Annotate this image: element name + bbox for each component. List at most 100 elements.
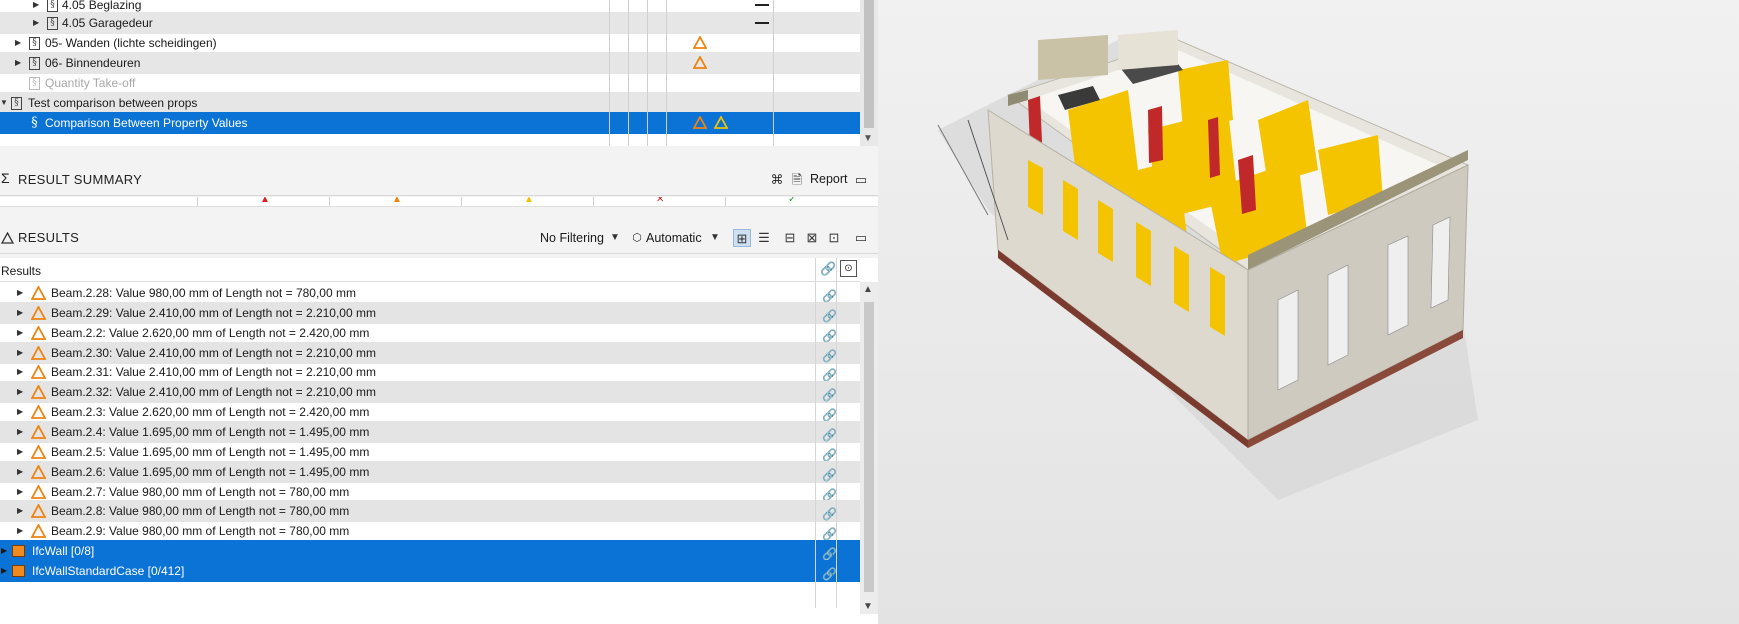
result-row[interactable]: ▶ Beam.2.5: Value 1.695,00 mm of Length n… — [0, 441, 860, 463]
warning-yellow-icon: ▲ — [524, 197, 534, 205]
expand-arrow-icon[interactable]: ▶ — [17, 282, 23, 304]
group-red-icon[interactable]: ⊠ — [803, 229, 821, 247]
column-separator — [836, 258, 837, 608]
layout-icon[interactable]: ▭ — [852, 229, 870, 247]
tree-scrollbar[interactable]: ▼ — [860, 0, 878, 146]
left-panel: ▶ § 4.05 Beglazing ▶ § 4.05 Garagedeur ▶… — [0, 0, 878, 624]
result-group-row[interactable]: ▶ IfcWall [0/8] 🔗 — [0, 540, 860, 563]
expand-arrow-icon[interactable]: ▶ — [1, 560, 7, 582]
expand-arrow-icon[interactable]: ▶ — [17, 481, 23, 503]
tree-row-binnendeuren[interactable]: ▶ § 06- Binnendeuren — [0, 52, 860, 74]
expand-arrow-icon[interactable]: ▶ — [17, 520, 23, 542]
expand-arrow-icon[interactable]: ▶ — [17, 342, 23, 364]
expand-arrow-icon[interactable]: ▶ — [17, 322, 23, 344]
tree-view-icon[interactable]: ⊞ — [733, 229, 751, 247]
result-row[interactable]: ▶ Beam.2.31: Value 2.410,00 mm of Length … — [0, 361, 860, 383]
strip-separator — [197, 197, 198, 206]
result-row[interactable]: ▶ Beam.2.3: Value 2.620,00 mm of Length n… — [0, 401, 860, 423]
warning-icon — [31, 444, 46, 459]
filter-dropdown[interactable]: No Filtering — [540, 231, 604, 245]
result-row-text: Beam.2.9: Value 980,00 mm of Length not … — [51, 524, 350, 539]
expand-arrow-icon[interactable]: ▶ — [17, 401, 23, 423]
x-icon: ✕ — [656, 197, 665, 205]
result-row[interactable]: ▶ Beam.2.32: Value 2.410,00 mm of Length … — [0, 381, 860, 404]
result-row-text: Beam.2.5: Value 1.695,00 mm of Length no… — [51, 444, 370, 459]
dash-icon — [755, 4, 769, 6]
scroll-thumb[interactable] — [864, 0, 874, 128]
chevron-down-icon[interactable]: ▼ — [863, 133, 873, 144]
warning-icon — [31, 524, 46, 539]
warning-icon — [31, 325, 46, 340]
tag-icon[interactable]: ⌘ — [768, 171, 786, 189]
expand-arrow-icon[interactable]: ▶ — [17, 441, 23, 463]
expand-arrow-icon[interactable]: ▶ — [15, 52, 21, 74]
chevron-down-icon[interactable]: ▼ — [863, 601, 873, 612]
chevron-down-icon[interactable]: ▼ — [706, 229, 724, 247]
report-button[interactable]: Report — [810, 172, 848, 186]
group-icon[interactable]: ⊟ — [781, 229, 799, 247]
result-group-row[interactable]: ▶ IfcWallStandardCase [0/412] 🔗 — [0, 559, 860, 585]
tree-row-label: 06- Binnendeuren — [45, 56, 141, 70]
expand-arrow-icon[interactable]: ▶ — [17, 381, 23, 403]
expand-arrow-icon[interactable]: ▶ — [15, 32, 21, 54]
3d-viewport[interactable] — [878, 0, 1739, 624]
expand-arrow-icon[interactable]: ▶ — [17, 461, 23, 483]
tree-row-wanden[interactable]: ▶ § 05- Wanden (lichte scheidingen) — [0, 32, 860, 54]
result-row[interactable]: ▶ Beam.2.2: Value 2.620,00 mm of Length n… — [0, 322, 860, 344]
result-row[interactable]: ▶ Beam.2.29: Value 2.410,00 mm of Length … — [0, 301, 860, 324]
results-scrollbar[interactable]: ▲ ▼ — [860, 282, 878, 614]
expand-arrow-icon[interactable]: ▶ — [17, 500, 23, 522]
expand-arrow-icon[interactable]: ▶ — [17, 302, 23, 324]
result-row[interactable]: ▶ Beam.2.6: Value 1.695,00 mm of Length n… — [0, 460, 860, 483]
app-window: ▶ § 4.05 Beglazing ▶ § 4.05 Garagedeur ▶… — [0, 0, 1739, 624]
chevron-up-icon[interactable]: ▲ — [863, 284, 873, 295]
zoom-fit-icon[interactable]: ⊙ — [840, 260, 857, 277]
result-group-text: IfcWallStandardCase [0/412] — [32, 563, 185, 578]
building-model-render[interactable] — [878, 0, 1739, 624]
result-summary-header: Σ RESULT SUMMARY ⌘ 🗎 Report ▭ — [0, 164, 878, 196]
result-row[interactable]: ▶ Beam.2.4: Value 1.695,00 mm of Length n… — [0, 420, 860, 443]
tree-row-test-comparison[interactable]: ▼ § Test comparison between props — [0, 92, 860, 114]
expand-arrow-icon[interactable]: ▶ — [33, 12, 39, 34]
warning-icon — [693, 36, 707, 49]
expand-arrow-icon[interactable]: ▶ — [17, 361, 23, 383]
ruleset-icon: § — [11, 97, 22, 110]
warning-icon — [31, 464, 46, 479]
tree-row-comparison-selected[interactable]: § Comparison Between Property Values — [0, 112, 860, 134]
ifc-component-icon — [12, 564, 25, 577]
collapse-arrow-icon[interactable]: ▼ — [0, 92, 8, 114]
dash-icon — [755, 22, 769, 24]
tree-row-label: 4.05 Garagedeur — [62, 16, 153, 30]
ifc-component-icon — [12, 545, 25, 558]
warning-icon — [31, 305, 46, 320]
report-icon[interactable]: 🗎 — [788, 171, 806, 189]
group-blue-icon[interactable]: ⊡ — [825, 229, 843, 247]
chevron-down-icon[interactable]: ▼ — [606, 229, 624, 247]
column-separator — [628, 0, 629, 146]
result-row[interactable]: ▶ Beam.2.30: Value 2.410,00 mm of Length … — [0, 341, 860, 364]
warning-icon — [31, 365, 46, 380]
ruleset-icon: § — [29, 77, 40, 90]
link-icon[interactable]: 🔗 — [820, 261, 836, 277]
result-row-text: Beam.2.29: Value 2.410,00 mm of Length n… — [51, 305, 376, 320]
expand-arrow-icon[interactable]: ▶ — [1, 540, 7, 562]
result-row[interactable]: ▶ Beam.2.8: Value 980,00 mm of Length not… — [0, 500, 860, 523]
tree-row-garagedeur[interactable]: ▶ § 4.05 Garagedeur — [0, 12, 860, 34]
expand-arrow-icon[interactable]: ▶ — [17, 421, 23, 443]
ruleset-icon: § — [29, 57, 40, 70]
list-view-icon[interactable]: ☰ — [755, 229, 773, 247]
scroll-thumb[interactable] — [864, 302, 874, 592]
error-icon: ▲ — [260, 197, 270, 205]
tree-row-label: Test comparison between props — [28, 96, 198, 110]
link-icon[interactable]: 🔗 — [822, 563, 837, 585]
result-row[interactable]: ▶ Beam.2.7: Value 980,00 mm of Length not… — [0, 481, 860, 503]
result-row[interactable]: ▶ Beam.2.28: Value 980,00 mm of Length no… — [0, 282, 860, 304]
result-row[interactable]: ▶ Beam.2.9: Value 980,00 mm of Length not… — [0, 520, 860, 542]
tree-row-label: Quantity Take-off — [45, 76, 136, 90]
strip-separator — [461, 197, 462, 206]
column-separator — [647, 0, 648, 146]
strip-separator — [593, 197, 594, 206]
layout-icon[interactable]: ▭ — [852, 171, 870, 189]
tree-row-quantity-takeoff[interactable]: § Quantity Take-off — [0, 72, 860, 94]
mode-dropdown[interactable]: Automatic — [646, 231, 702, 245]
